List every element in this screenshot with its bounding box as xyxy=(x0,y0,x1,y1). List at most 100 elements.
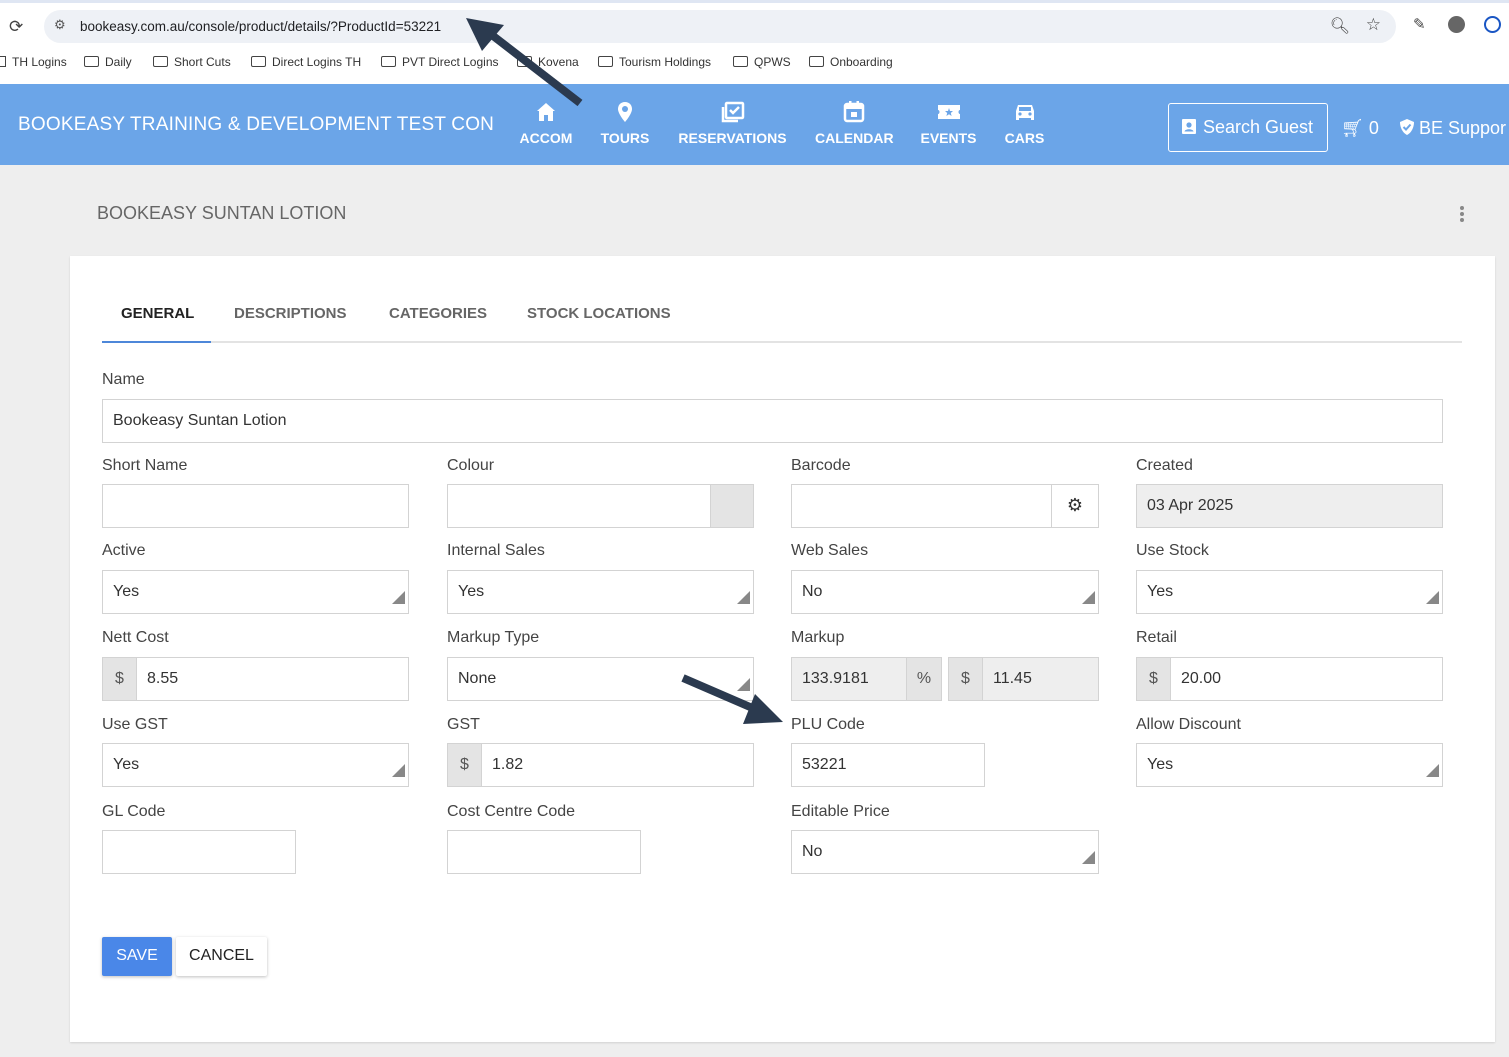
brand-title[interactable]: BOOKEASY TRAINING & DEVELOPMENT TEST CON xyxy=(18,114,494,136)
colour-input[interactable] xyxy=(447,484,711,528)
nett-cost-currency: $ xyxy=(102,657,137,701)
search-guest-button[interactable]: Search Guest xyxy=(1168,103,1328,152)
short-name-input[interactable] xyxy=(102,484,409,528)
nett-cost-label: Nett Cost xyxy=(102,629,169,646)
eyedropper-extension-icon[interactable]: ✎ xyxy=(1413,15,1426,33)
markup-type-label: Markup Type xyxy=(447,629,540,646)
markup-amount-currency: $ xyxy=(948,657,983,701)
browser-chrome: ⟳ ⚙ bookeasy.com.au/console/product/deta… xyxy=(0,0,1509,84)
gl-code-input[interactable] xyxy=(102,830,296,874)
nav-tours[interactable]: TOURS xyxy=(600,100,650,146)
contact-card-icon xyxy=(1182,119,1196,134)
editable-price-label: Editable Price xyxy=(791,803,890,820)
retail-label: Retail xyxy=(1136,629,1177,646)
active-select[interactable]: Yes xyxy=(102,570,409,614)
reload-icon[interactable]: ⟳ xyxy=(9,17,23,37)
cancel-button[interactable]: CANCEL xyxy=(176,937,267,976)
markup-percent-suffix: % xyxy=(906,657,942,701)
password-manager-extension-icon[interactable] xyxy=(1484,16,1501,33)
markup-percent-field: 133.9181 xyxy=(791,657,907,701)
tab-descriptions[interactable]: DESCRIPTIONS xyxy=(234,305,347,322)
internal-sales-label: Internal Sales xyxy=(447,542,545,559)
save-button[interactable]: SAVE xyxy=(102,937,172,976)
extension-icon[interactable] xyxy=(1448,16,1465,33)
page-title: BOOKEASY SUNTAN LOTION xyxy=(97,203,347,223)
bookmark-folder[interactable]: Short Cuts xyxy=(153,55,231,69)
bookmark-label: QPWS xyxy=(754,55,791,69)
bookmark-folder[interactable]: TH Logins xyxy=(0,55,67,69)
tab-divider xyxy=(102,341,1462,343)
gst-currency: $ xyxy=(447,743,482,787)
allow-discount-label: Allow Discount xyxy=(1136,716,1241,733)
retail-input[interactable]: 20.00 xyxy=(1170,657,1443,701)
nav-calendar[interactable]: CALENDAR xyxy=(815,100,894,146)
nav-reservations[interactable]: RESERVATIONS xyxy=(677,100,788,146)
tab-categories[interactable]: CATEGORIES xyxy=(389,305,487,322)
internal-sales-select[interactable]: Yes xyxy=(447,570,754,614)
folder-icon xyxy=(251,56,266,67)
retail-currency: $ xyxy=(1136,657,1171,701)
barcode-input[interactable] xyxy=(791,484,1053,528)
colour-swatch[interactable] xyxy=(710,484,754,528)
bookmark-folder[interactable]: Daily xyxy=(84,55,132,69)
generate-barcode-button[interactable]: ⚙ xyxy=(1051,484,1099,528)
active-label: Active xyxy=(102,542,146,559)
bookmark-label: Direct Logins TH xyxy=(272,55,362,69)
nav-label: ACCOM xyxy=(519,130,573,146)
gst-input[interactable]: 1.82 xyxy=(481,743,754,787)
map-pin-icon xyxy=(618,102,632,122)
tab-general[interactable]: GENERAL xyxy=(121,305,194,322)
url-text[interactable]: bookeasy.com.au/console/product/details/… xyxy=(80,19,441,34)
bookmark-label: TH Logins xyxy=(12,55,67,69)
folder-icon xyxy=(0,56,6,67)
created-label: Created xyxy=(1136,457,1193,474)
cost-centre-code-label: Cost Centre Code xyxy=(447,803,576,820)
bookmark-star-icon[interactable]: ☆ xyxy=(1366,15,1381,35)
name-input[interactable]: Bookeasy Suntan Lotion xyxy=(102,399,1443,443)
active-tab-indicator xyxy=(102,341,211,343)
tab-stock-locations[interactable]: STOCK LOCATIONS xyxy=(527,305,671,322)
bookmark-label: Daily xyxy=(105,55,132,69)
ticket-icon xyxy=(937,105,960,119)
bookmark-folder[interactable]: Onboarding xyxy=(809,55,893,69)
nav-label: EVENTS xyxy=(920,130,977,146)
cart-count: 0 xyxy=(1368,118,1379,138)
bookmark-folder[interactable]: Tourism Holdings xyxy=(598,55,711,69)
bookmark-label: Onboarding xyxy=(830,55,893,69)
bookmark-label: Short Cuts xyxy=(174,55,231,69)
created-field: 03 Apr 2025 xyxy=(1136,484,1443,528)
cart-icon: 🛒︎ xyxy=(1341,118,1364,138)
plu-code-label: PLU Code xyxy=(791,716,865,733)
editable-price-select[interactable]: No xyxy=(791,830,1099,874)
bookmarks-bar: TH Logins Daily Short Cuts Direct Logins… xyxy=(0,51,1509,75)
annotation-arrow-url xyxy=(466,18,583,107)
nett-cost-input[interactable]: 8.55 xyxy=(136,657,409,701)
browser-tab-strip xyxy=(0,0,1509,3)
support-menu[interactable]: BE Suppor xyxy=(1399,118,1506,139)
folder-icon xyxy=(598,56,613,67)
bookmark-folder[interactable]: Direct Logins TH xyxy=(251,55,361,69)
cart-button[interactable]: 🛒︎ 0 xyxy=(1341,118,1379,139)
search-guest-label: Search Guest xyxy=(1203,117,1314,137)
support-label: BE Suppor xyxy=(1419,118,1507,138)
car-icon xyxy=(1015,105,1034,120)
use-stock-select[interactable]: Yes xyxy=(1136,570,1443,614)
shield-check-icon xyxy=(1400,119,1414,135)
more-options-icon[interactable] xyxy=(1460,206,1464,224)
zoom-icon[interactable]: 🔍︎ xyxy=(1330,16,1350,36)
allow-discount-select[interactable]: Yes xyxy=(1136,743,1443,787)
cost-centre-code-input[interactable] xyxy=(447,830,641,874)
gl-code-label: GL Code xyxy=(102,803,166,820)
nav-events[interactable]: EVENTS xyxy=(920,100,977,146)
gear-icon: ⚙ xyxy=(1066,495,1084,515)
site-settings-icon[interactable]: ⚙ xyxy=(54,17,66,33)
address-bar[interactable]: ⚙ bookeasy.com.au/console/product/detail… xyxy=(44,10,1396,43)
markup-label: Markup xyxy=(791,629,845,646)
plu-code-input[interactable]: 53221 xyxy=(791,743,985,787)
markup-amount-field: 11.45 xyxy=(982,657,1099,701)
web-sales-select[interactable]: No xyxy=(791,570,1099,614)
bookmark-folder[interactable]: QPWS xyxy=(733,55,791,69)
nav-label: RESERVATIONS xyxy=(678,130,787,146)
nav-cars[interactable]: CARS xyxy=(1004,100,1045,146)
use-gst-select[interactable]: Yes xyxy=(102,743,409,787)
